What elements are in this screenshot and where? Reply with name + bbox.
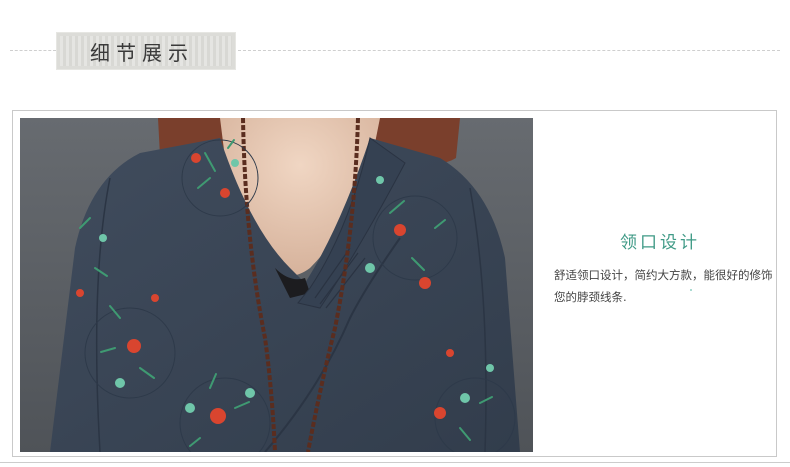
decorative-dot: [690, 289, 692, 291]
section-title: 细节展示: [90, 40, 194, 65]
shirt-neckline-illustration: [20, 118, 533, 452]
bottom-divider: [0, 462, 790, 463]
header-divider-left: [10, 50, 56, 51]
feature-title: 领口设计: [620, 233, 700, 253]
section-title-tag: 细节展示: [56, 32, 236, 70]
header-divider-right: [238, 50, 780, 51]
product-detail-photo: [20, 118, 533, 452]
feature-description: 舒适领口设计，简约大方款，能很好的修饰您的脖颈线条.: [554, 268, 773, 304]
